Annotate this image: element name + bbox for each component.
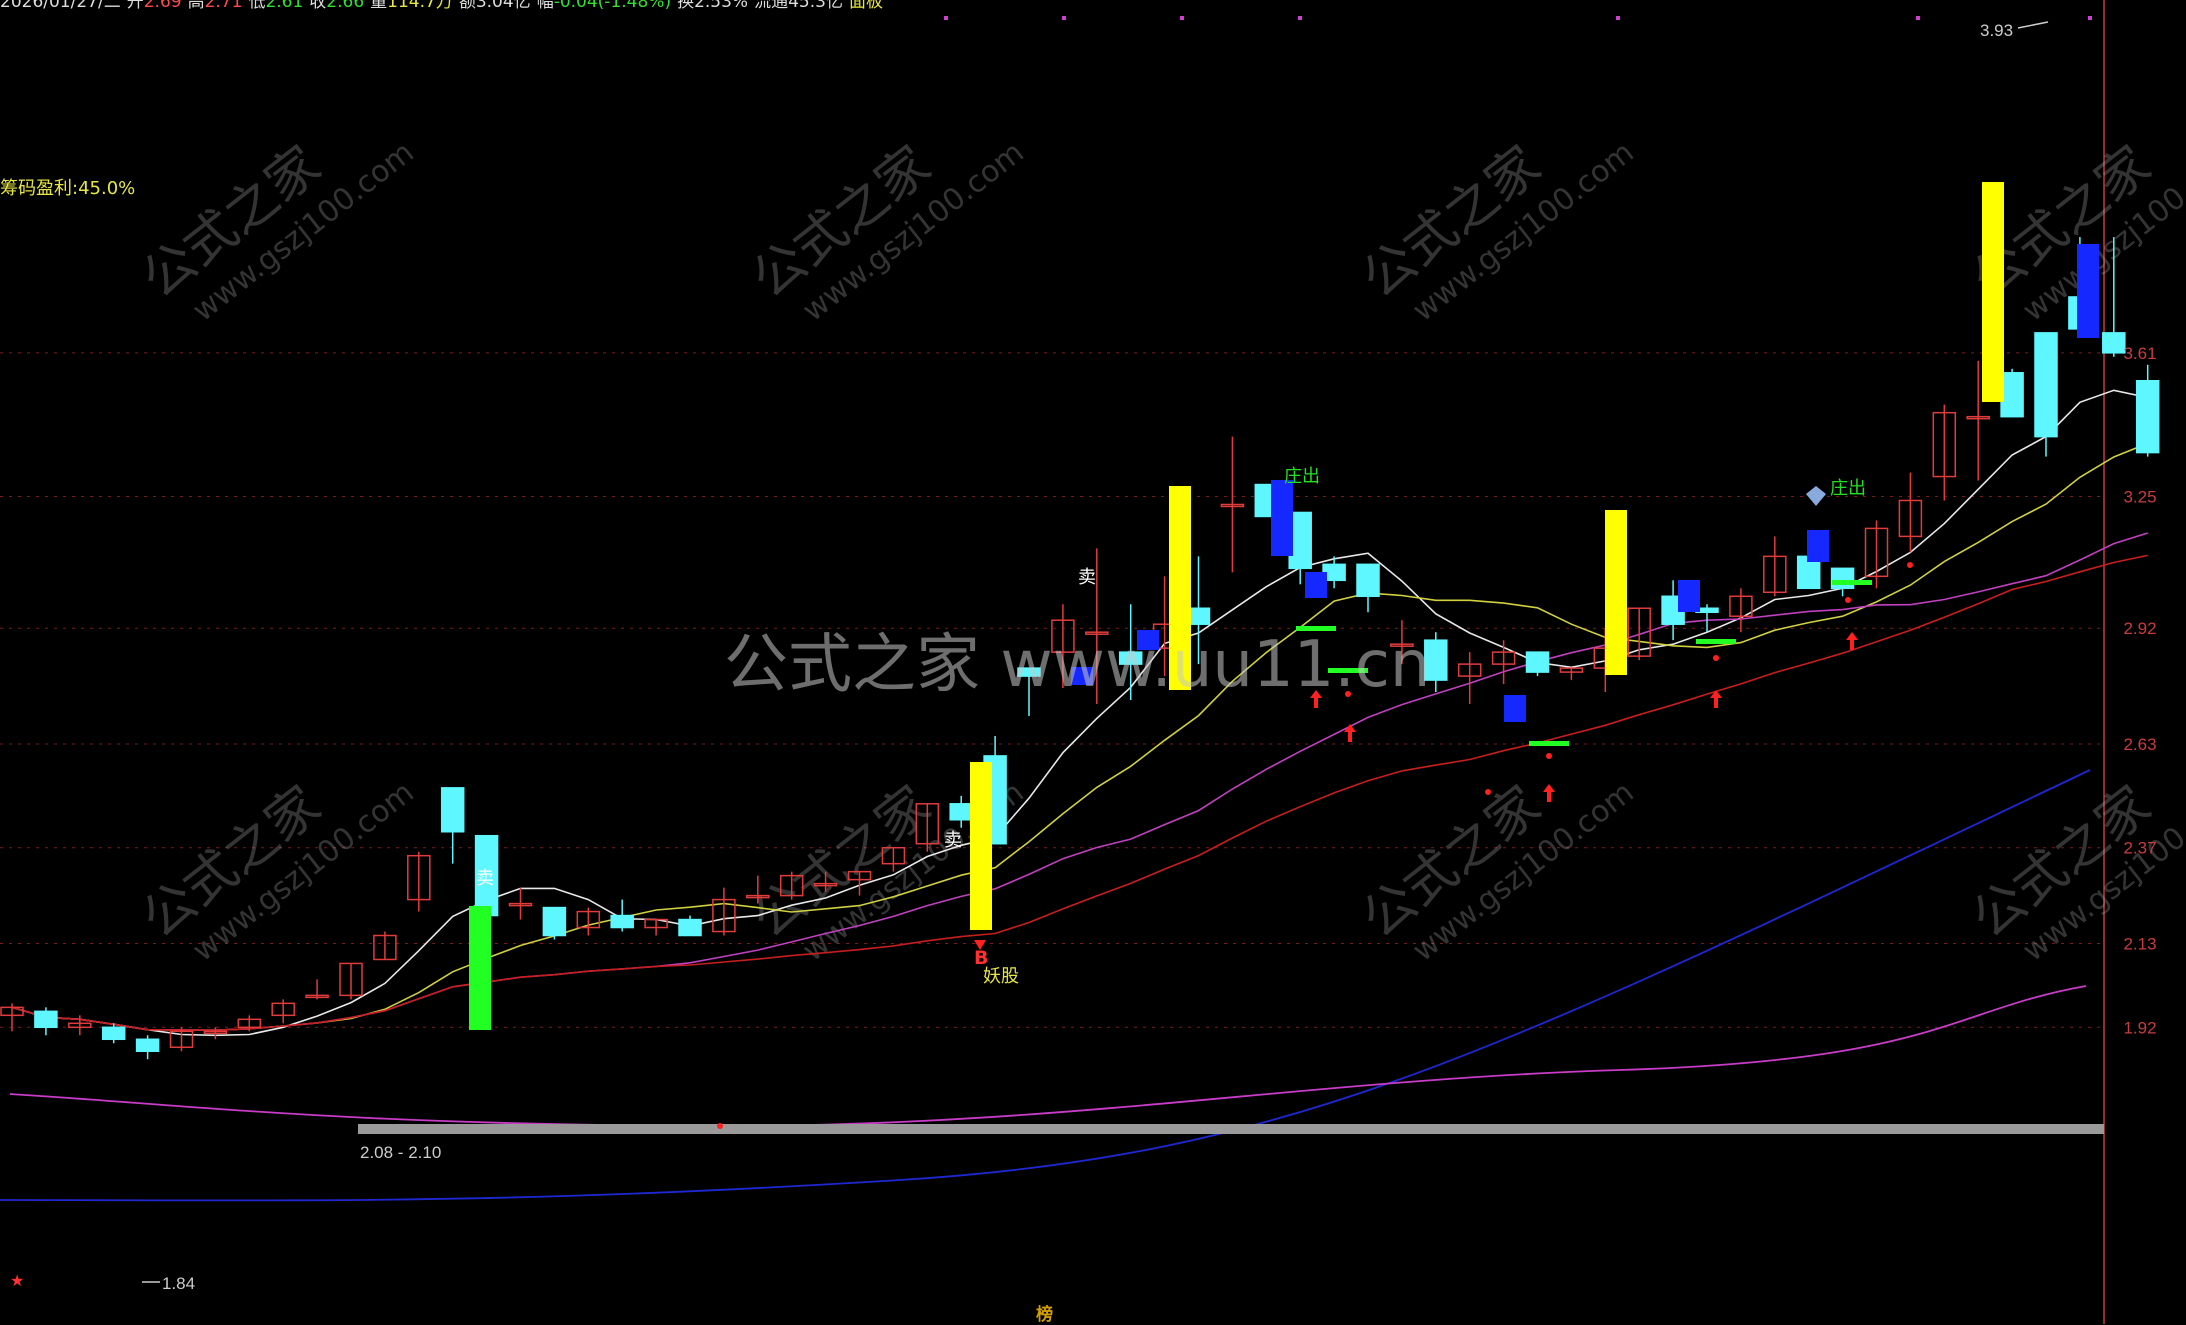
moving-average-lines: [0, 389, 2148, 1202]
top-marker-2: [1180, 16, 1184, 20]
price-tick-5: 2.13: [2123, 934, 2156, 953]
top-marker-6: [2088, 16, 2092, 20]
top-markers: [944, 16, 2092, 20]
demon-stock-label: 妖股: [983, 966, 1019, 987]
candle-down: [1356, 563, 1380, 598]
watermark-tile-0: 公式之家www.gszj100.com: [131, 135, 420, 329]
range-label: 2.08 - 2.10: [360, 1143, 441, 1162]
dealer-out-label-2: 庄出: [1830, 478, 1866, 499]
signal-bar-yellow: [1982, 182, 2004, 402]
kline-chart[interactable]: 公式之家www.gszj100.com 公式之家www.gszj100.com 公式…: [0, 0, 2186, 1324]
signal-bar-blue: [1305, 572, 1327, 598]
high-mark-arrow: [2017, 21, 2049, 29]
signal-bar-green: [469, 906, 491, 1030]
candle-down: [2034, 332, 2058, 438]
candle-down: [610, 914, 634, 929]
support-band: [358, 1124, 2104, 1134]
watermark-tile-2: 公式之家www.gszj100.com: [1351, 135, 1640, 329]
ma5-line: [11, 389, 2148, 1037]
candle-down: [440, 787, 465, 833]
ma120-line: [9, 985, 2087, 1127]
signal-dot: [1845, 597, 1851, 603]
signal-dot: [717, 1123, 723, 1129]
top-marker-4: [1616, 16, 1620, 20]
candle-down: [2135, 380, 2160, 454]
candle-down: [2102, 332, 2126, 354]
candle-down: [34, 1010, 58, 1029]
price-tick-6: 1.92: [2123, 1018, 2156, 1037]
price-tick-1: 3.25: [2123, 487, 2156, 506]
top-marker-0: [944, 16, 948, 20]
candle-down: [135, 1038, 160, 1052]
low-star-icon: ★: [10, 1271, 24, 1290]
green-dash-3: [1696, 639, 1736, 644]
green-dash-4: [1832, 580, 1872, 585]
candle-down: [1525, 651, 1550, 673]
candle-down: [2000, 372, 2024, 418]
up-arrow-icon: [1344, 724, 1356, 742]
watermark-layer: 公式之家www.gszj100.com 公式之家www.gszj100.com 公式…: [131, 135, 2186, 969]
center-watermark: 公式之家 www.uu11.cn: [724, 628, 1431, 702]
watermark-tile-6: 公式之家www.gszj100.com: [1351, 775, 1640, 969]
green-dash-2: [1529, 741, 1569, 746]
price-tick-0: 3.61: [2123, 344, 2156, 363]
signal-dot: [1546, 753, 1552, 759]
candle-down: [542, 906, 567, 937]
signal-dot: [1485, 789, 1491, 795]
status-tab[interactable]: 榜: [1036, 1300, 1053, 1325]
watermark-tile-4: 公式之家www.gszj100.com: [131, 775, 420, 969]
candle-down: [678, 918, 702, 937]
up-arrow-icon: [1543, 784, 1555, 802]
sell-label-3: 卖: [1078, 567, 1096, 588]
signal-dot: [1713, 655, 1719, 661]
price-tick-2: 2.92: [2123, 619, 2156, 638]
signal-bar-yellow: [1605, 510, 1627, 675]
price-tick-3: 2.63: [2123, 735, 2156, 754]
candle-down: [949, 803, 973, 821]
signal-bar-blue: [1271, 480, 1293, 556]
watermark-tile-1: 公式之家www.gszj100.com: [741, 135, 1030, 329]
ma20-line: [11, 532, 2148, 1032]
sell-label-2: 卖: [944, 830, 962, 851]
candle-down: [1830, 567, 1855, 590]
up-arrow-icon: [1846, 632, 1858, 650]
signal-bar-blue: [1807, 530, 1829, 562]
low-mark-label: 1.84: [162, 1274, 195, 1293]
high-mark-label: 3.93: [1980, 21, 2013, 40]
signal-bar-blue: [1504, 695, 1526, 722]
sell-label-1: 卖: [476, 868, 494, 889]
top-marker-1: [1062, 16, 1066, 20]
diamond-icon: [1806, 486, 1826, 506]
signal-dot: [1907, 562, 1913, 568]
signal-bar-blue: [1678, 580, 1700, 612]
signal-bar-yellow: [970, 762, 992, 930]
signal-bar-blue: [2077, 244, 2099, 338]
dealer-out-label-1: 庄出: [1284, 466, 1320, 487]
top-marker-3: [1298, 16, 1302, 20]
price-tick-4: 2.37: [2123, 839, 2156, 858]
candle-down: [101, 1026, 126, 1041]
top-marker-5: [1916, 16, 1920, 20]
ma30-line: [11, 554, 2148, 1032]
